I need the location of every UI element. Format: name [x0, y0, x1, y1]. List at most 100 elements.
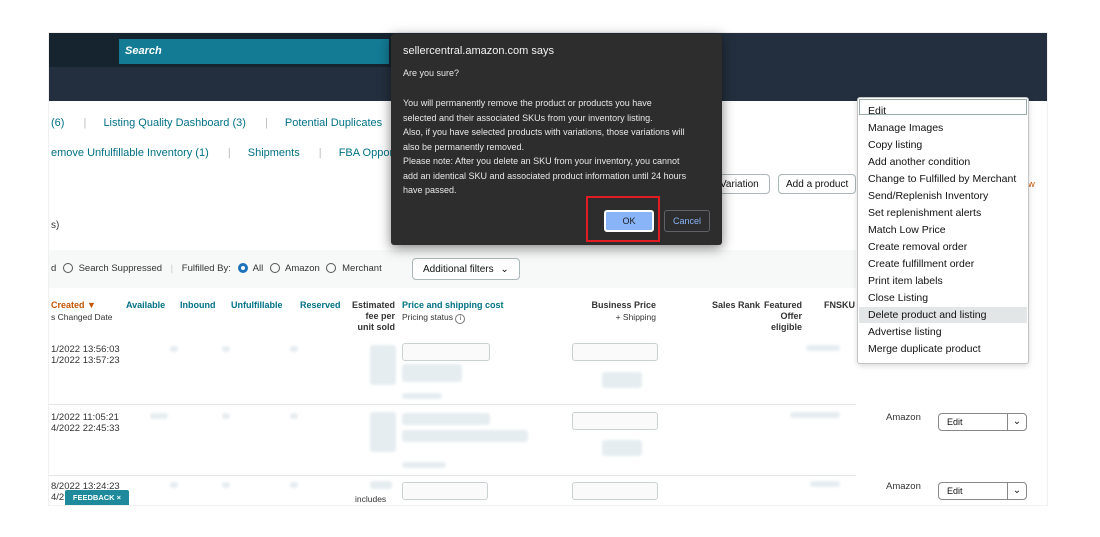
redacted-value — [170, 346, 178, 352]
redacted-fnsku — [790, 412, 840, 418]
redacted-fnsku — [810, 481, 840, 487]
col-inbound[interactable]: Inbound — [180, 300, 216, 310]
col-unfulfillable[interactable]: Unfulfillable — [231, 300, 283, 310]
add-product-button[interactable]: Add a product — [778, 174, 857, 194]
col-available[interactable]: Available — [126, 300, 165, 310]
business-price-input[interactable] — [572, 343, 658, 361]
redacted-link — [402, 393, 442, 399]
redacted-value — [290, 482, 298, 488]
redacted-status — [402, 430, 528, 442]
radio-amazon[interactable] — [269, 263, 280, 274]
col-business-price: Business Price — [591, 300, 656, 310]
radio-all[interactable] — [237, 263, 248, 274]
search-input[interactable]: Search — [119, 39, 389, 64]
additional-filters-button[interactable]: Additional filters ⌄ — [412, 258, 520, 280]
row1-changed: 1/2022 13:57:23 — [51, 355, 120, 366]
tab-remove-unfulfillable[interactable]: emove Unfulfillable Inventory (1) — [51, 147, 209, 159]
redacted-value — [150, 413, 168, 419]
row-divider — [49, 475, 856, 476]
redacted-price — [402, 413, 490, 425]
dialog-host: sellercentral.amazon.com says — [403, 45, 555, 57]
cancel-button[interactable]: Cancel — [664, 210, 710, 232]
tab-row-2: emove Unfulfillable Inventory (1) | Ship… — [51, 147, 424, 159]
redacted-business-link — [602, 372, 642, 388]
radio-search-suppressed[interactable] — [62, 263, 73, 274]
divider: | — [83, 117, 87, 129]
tab-potential-duplicates[interactable]: Potential Duplicates — [285, 117, 382, 129]
menu-item-replenishment-alerts[interactable]: Set replenishment alerts — [868, 207, 981, 219]
redacted-fee — [370, 481, 392, 489]
redacted-value — [222, 346, 230, 352]
action-dropdown-menu: Edit Manage Images Copy listing Add anot… — [857, 97, 1029, 364]
redacted-fee — [370, 412, 396, 452]
orange-link-fragment[interactable]: w — [1028, 179, 1035, 190]
merchant-label: Merchant — [342, 263, 382, 274]
redacted-fnsku — [806, 345, 840, 351]
col-fee: Estimated fee per unit sold — [351, 300, 395, 332]
col-pricing-status: Pricing status i — [402, 312, 466, 324]
menu-item-removal-order[interactable]: Create removal order — [868, 241, 967, 253]
row2-action-select[interactable]: Edit ⌄ — [938, 413, 1027, 431]
col-price[interactable]: Price and shipping cost — [402, 300, 504, 310]
divider: | — [170, 263, 174, 274]
row1-created: 1/2022 13:56:03 — [51, 344, 120, 355]
col-changed-date: s Changed Date — [51, 312, 113, 322]
menu-item-merge-duplicate[interactable]: Merge duplicate product — [868, 343, 981, 355]
ok-button[interactable]: OK — [604, 210, 654, 232]
redacted-value — [290, 413, 298, 419]
col-sales-rank: Sales Rank — [712, 300, 761, 310]
row3-changed: 4/2 — [51, 492, 65, 503]
menu-item-send-replenish[interactable]: Send/Replenish Inventory — [868, 190, 988, 202]
redacted-business-link — [602, 440, 642, 456]
tab-row-1: (6) | Listing Quality Dashboard (3) | Po… — [51, 117, 398, 129]
fulfilled-by-label: Fulfilled By: — [181, 263, 231, 274]
col-created[interactable]: Created ▼ — [51, 300, 96, 310]
row3-action-select[interactable]: Edit ⌄ — [938, 482, 1027, 500]
col-featured-offer: Featured Offer eligible — [763, 300, 802, 332]
sort-down-icon: ▼ — [87, 300, 96, 310]
row3-action-label: Edit — [947, 486, 963, 496]
col-shipping: + Shipping — [615, 312, 656, 322]
row2-changed: 4/2022 22:45:33 — [51, 423, 120, 434]
price-input[interactable] — [402, 482, 488, 500]
listing-count: s) — [51, 220, 60, 231]
menu-item-change-to-merchant[interactable]: Change to Fulfilled by Merchant — [868, 173, 1016, 185]
tab-listing-quality[interactable]: Listing Quality Dashboard (3) — [103, 117, 245, 129]
menu-item-edit[interactable]: Edit — [868, 105, 886, 117]
row2-fulfilled-by: Amazon — [886, 412, 921, 423]
col-reserved[interactable]: Reserved — [300, 300, 341, 310]
redacted-value — [290, 346, 298, 352]
row3-includes: includes — [355, 494, 387, 504]
additional-filters-label: Additional filters — [423, 264, 494, 275]
radio-merchant[interactable] — [326, 263, 337, 274]
dialog-message: You will permanently remove the product … — [403, 98, 687, 195]
filter-prefix: d — [51, 263, 57, 274]
confirm-dialog: sellercentral.amazon.com says Are you su… — [391, 34, 722, 245]
menu-item-advertise-listing[interactable]: Advertise listing — [868, 326, 942, 338]
menu-item-print-labels[interactable]: Print item labels — [868, 275, 943, 287]
price-input[interactable] — [402, 343, 490, 361]
business-price-input[interactable] — [572, 482, 658, 500]
dialog-question: Are you sure? — [403, 68, 460, 78]
amazon-label: Amazon — [284, 263, 320, 274]
menu-item-fulfillment-order[interactable]: Create fulfillment order — [868, 258, 974, 270]
menu-item-manage-images[interactable]: Manage Images — [868, 122, 943, 134]
chevron-down-icon: ⌄ — [1007, 483, 1026, 499]
tab-shipments[interactable]: Shipments — [248, 147, 300, 159]
chevron-down-icon: ⌄ — [1007, 414, 1026, 430]
menu-item-delete-product[interactable]: Delete product and listing — [868, 309, 987, 321]
divider: | — [318, 147, 322, 159]
row2-action-label: Edit — [947, 417, 963, 427]
menu-item-close-listing[interactable]: Close Listing — [868, 292, 928, 304]
business-price-input[interactable] — [572, 412, 658, 430]
tab-count-fragment[interactable]: (6) — [51, 117, 64, 129]
redacted-fee — [370, 345, 396, 385]
chevron-down-icon: ⌄ — [500, 264, 509, 275]
menu-item-copy-listing[interactable]: Copy listing — [868, 139, 922, 151]
row2-created: 1/2022 11:05:21 — [51, 412, 119, 423]
feedback-button[interactable]: FEEDBACK × — [65, 490, 129, 505]
menu-item-match-low-price[interactable]: Match Low Price — [868, 224, 946, 236]
redacted-link — [402, 462, 446, 468]
menu-item-add-condition[interactable]: Add another condition — [868, 156, 970, 168]
redacted-value — [170, 482, 178, 488]
